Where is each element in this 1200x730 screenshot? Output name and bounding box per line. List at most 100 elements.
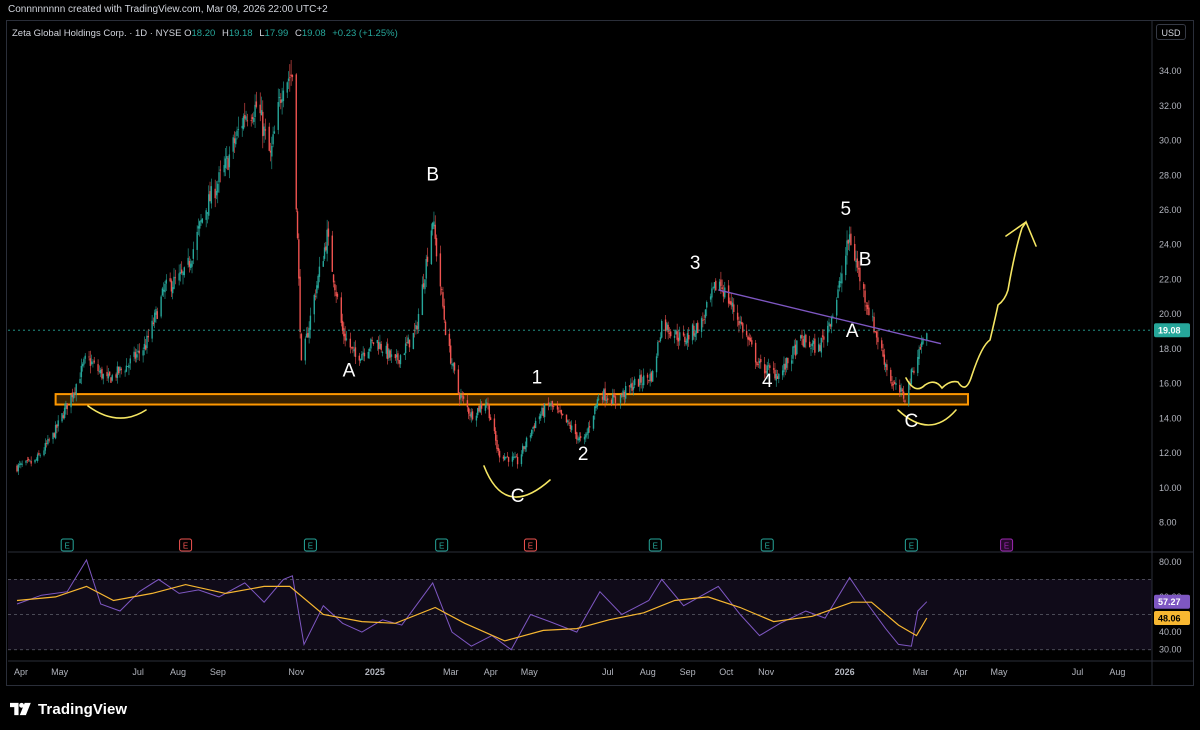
candle-body [552,406,555,407]
candle [883,348,886,371]
candle [182,270,184,285]
candle-body [868,307,870,316]
earnings-marker[interactable]: E [60,538,74,552]
candle [415,320,417,335]
candle-body [250,119,252,121]
candle-body [658,341,660,343]
candle [128,362,130,376]
candle-body [273,131,276,134]
candle-body [522,445,524,454]
candle-body [316,285,318,294]
candle [657,339,659,358]
candle [646,372,649,385]
candle-body [260,110,263,116]
candle [153,309,156,329]
chart-svg[interactable]: 8.00 10.00 12.00 14.00 16.00 18.00 20.00 22.00 2… [0,0,1200,690]
brand[interactable]: TradingView [10,698,127,720]
candle-body [793,346,795,348]
candle [440,286,443,295]
candle-body [911,371,914,372]
candle-body [529,435,532,438]
candle [318,256,321,283]
earnings-marker[interactable]: E [303,538,317,552]
candle-body [38,452,40,455]
time-tick-label-17: Apr [953,667,967,677]
candle [107,368,110,383]
earnings-marker[interactable]: E [435,538,449,552]
candle [675,329,677,336]
candle [289,64,291,92]
earnings-marker[interactable]: E [904,538,918,552]
candle-body [740,322,743,325]
candle-body [27,458,30,461]
earnings-marker[interactable]: E [179,538,193,552]
candle [335,285,337,304]
candle-body [349,338,351,348]
candle [26,456,29,464]
candle [865,301,868,315]
candle-body [533,425,536,428]
earnings-marker[interactable]: E [1000,538,1014,552]
candle [511,451,514,467]
candle-body [588,426,591,428]
candle [814,333,816,356]
candle-body [704,309,707,318]
close-label: C [294,28,302,39]
candle-body [99,369,102,374]
candle-body [904,400,906,403]
candle-body [334,284,336,291]
candle [241,118,243,137]
candle [892,380,895,391]
candle [406,335,408,346]
candle-body [226,156,228,159]
candle [470,408,472,423]
earnings-marker[interactable]: E [648,538,662,552]
candle [251,113,254,124]
candle [823,329,825,348]
wave-label-5: 5 [840,199,851,220]
candle [208,185,210,220]
candle-body [125,365,128,372]
candle-body [875,331,878,338]
candle [214,179,216,208]
earnings-marker[interactable]: E [523,538,537,552]
candle [66,403,68,416]
candle-body [295,74,297,210]
candle-body [43,450,45,456]
candle [502,455,505,462]
candle [478,405,480,413]
candle-body [323,247,326,259]
candle-body [812,340,815,344]
candle [648,379,650,384]
candle-body [241,125,243,129]
candle [164,280,166,299]
candle-body [350,346,353,348]
candle-body [201,218,204,223]
candle-body [138,350,140,354]
candle-body [466,400,469,408]
candle [506,452,508,458]
wave-label-B: B [859,250,872,271]
candle [631,377,633,394]
candle-body [377,342,380,350]
candle [724,281,726,300]
candle [926,332,928,346]
candle-body [208,194,210,216]
candle-body [640,374,642,383]
candle-body [730,301,732,305]
earnings-marker[interactable]: E [760,538,774,552]
candle-body [845,255,847,276]
candle [370,337,372,352]
candle-body [799,335,802,339]
rsi-tick-label-3: 80.00 [1159,557,1182,567]
candle-body [336,293,339,297]
currency-button[interactable]: USD [1156,24,1186,40]
candle-body [703,319,705,320]
candle-body [471,411,474,420]
candle-body [179,272,182,274]
candle [269,142,272,162]
wave-label-B: B [426,164,439,185]
candle-body [511,456,514,462]
candle [209,181,211,202]
candle [754,339,757,370]
